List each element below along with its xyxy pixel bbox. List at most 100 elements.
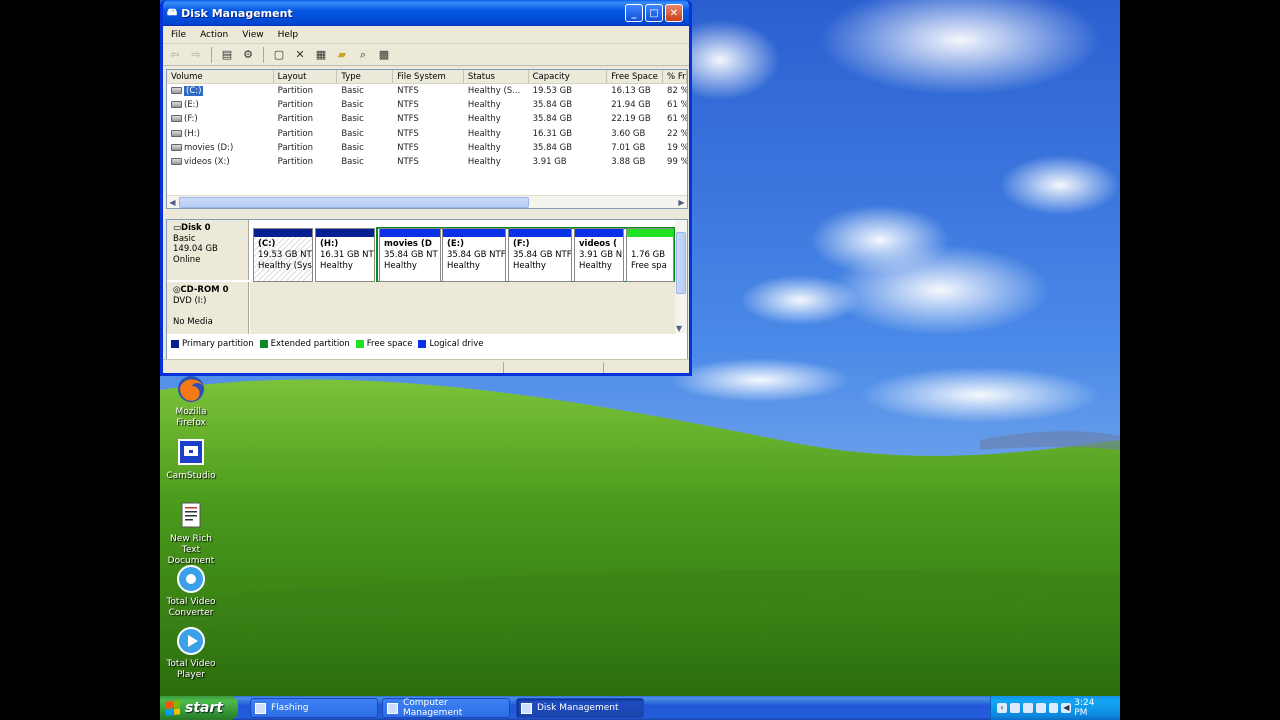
taskbar-item-computer-management[interactable]: Computer Management [382,698,510,718]
partition-movies-d[interactable]: movies (D 35.84 GB NT Healthy [379,228,441,282]
partition-color-strip [380,229,440,237]
desktop-icon-firefox[interactable]: Mozilla Firefox [160,374,222,429]
partition-videos-x[interactable]: videos (3.91 GB N Healthy [574,228,624,282]
window-client: File Action View Help ⇦ ⇨ ▤ ⚙ ▢ ✕ ▦ ▰ ⌕ … [163,26,689,373]
disk-management-window: 🖴 Disk Management _ □ ✕ File Action View… [160,0,692,376]
desktop-icon-total-video-converter[interactable]: Total Video Converter [160,564,222,619]
cell-percent-free: 99 % [667,157,687,168]
column-header-status[interactable]: Status [464,70,529,83]
column-header-layout[interactable]: Layout [274,70,338,83]
menu-action[interactable]: Action [194,28,236,42]
partition-c[interactable]: (C:) 19.53 GB NT Healthy (Sys [253,228,313,282]
disk-name: Disk 0 [181,223,211,233]
taskbar-item-flashing[interactable]: Flashing [250,698,378,718]
taskbar-item-disk-management[interactable]: Disk Management [516,698,644,718]
tray-app-icon[interactable] [1009,703,1020,713]
rescan-icon[interactable]: ▩ [376,47,392,63]
cell-status: Healthy [467,100,501,111]
cell-volume: (E:) [184,100,199,111]
column-header-type[interactable]: Type [337,70,394,83]
cell-file-system: NTFS [397,142,419,153]
partition-size: 35.84 GB NTF [513,250,571,260]
camstudio-icon [176,438,206,468]
close-button[interactable]: ✕ [665,4,683,22]
cell-layout: Partition [277,128,314,139]
cell-percent-free: 19 % [667,142,687,153]
back-icon[interactable]: ⇦ [167,47,183,63]
cell-free-space: 7.01 GB [611,142,646,153]
desktop-icon-camstudio[interactable]: CamStudio [160,438,222,482]
start-button[interactable]: start [160,696,238,720]
disk-management-icon: 🖴 [167,6,178,18]
menu-view[interactable]: View [236,28,271,42]
video-player-icon [176,626,206,656]
cell-volume: movies (D:) [184,142,234,153]
search-icon[interactable]: ⌕ [355,47,371,63]
minimize-button[interactable]: _ [625,4,643,22]
tray-security-icon[interactable] [1048,703,1059,713]
horizontal-scrollbar[interactable]: ◀ ▶ [167,195,687,208]
disk-0-label[interactable]: ▭Disk 0 Basic 149.04 GB Online [167,220,249,280]
table-row[interactable]: (C:) Partition Basic NTFS Healthy (S... … [167,84,687,98]
column-header-file-system[interactable]: File System [393,70,464,83]
tray-device-icon[interactable] [1035,703,1046,713]
column-header-percent-free[interactable]: % Fr [663,70,687,83]
forward-icon[interactable]: ⇨ [188,47,204,63]
legend-free: Free space [355,339,412,349]
cell-type: Basic [341,142,364,153]
tray-volume-icon[interactable]: ◀ [1061,703,1072,713]
desktop-icon-label: Total Video Converter [166,597,216,618]
partition-free-space[interactable]: 1.76 GB Free spa [626,228,674,282]
properties-sheet-icon[interactable]: ▦ [313,47,329,63]
partition-status: Healthy [513,261,546,271]
tray-arrow-icon[interactable]: ‹ [997,703,1007,713]
menu-file[interactable]: File [165,28,194,42]
window-titlebar[interactable]: 🖴 Disk Management _ □ ✕ [163,0,689,26]
properties-icon[interactable]: ⚙ [240,47,256,63]
table-row[interactable]: (H:) Partition Basic NTFS Healthy 16.31 … [167,127,687,141]
table-row[interactable]: (E:) Partition Basic NTFS Healthy 35.84 … [167,98,687,112]
cell-file-system: NTFS [397,114,419,125]
tray-network-icon[interactable] [1022,703,1033,713]
desktop-icon-rich-text[interactable]: New Rich Text Document [160,501,222,567]
menu-help[interactable]: Help [272,28,307,42]
cdrom-0-label[interactable]: ◎CD-ROM 0 DVD (I:) No Media [167,282,249,334]
console-tree-icon[interactable]: ▤ [219,47,235,63]
maximize-button[interactable]: □ [645,4,663,22]
cell-percent-free: 82 % [667,86,687,97]
scroll-left-icon[interactable]: ◀ [167,197,178,208]
cell-volume: (F:) [184,114,198,125]
taskbar: start Flashing Computer Management Disk … [160,696,1120,720]
hard-disk-icon: ▭ [173,223,182,233]
table-row[interactable]: videos (X:) Partition Basic NTFS Healthy… [167,155,687,169]
scroll-right-icon[interactable]: ▶ [676,197,687,208]
column-header-free-space[interactable]: Free Space [607,70,664,83]
column-header-volume[interactable]: Volume [167,70,274,83]
scroll-down-icon[interactable]: ▼ [676,324,682,333]
open-folder-icon[interactable]: ▰ [334,47,350,63]
app-icon [255,702,266,714]
table-row[interactable]: (F:) Partition Basic NTFS Healthy 35.84 … [167,112,687,126]
new-icon[interactable]: ▢ [271,47,287,63]
column-header-capacity[interactable]: Capacity [529,70,608,83]
cell-capacity: 35.84 GB [532,142,573,153]
cdrom-name: CD-ROM 0 [180,285,229,295]
cell-file-system: NTFS [397,100,419,111]
cell-file-system: NTFS [397,128,419,139]
disk-size: 149.04 GB [173,244,218,254]
cell-status: Healthy (S... [467,86,521,97]
desktop-icon-total-video-player[interactable]: Total Video Player [160,626,222,681]
minimize-icon: _ [631,7,637,19]
scrollbar-thumb[interactable] [676,232,686,294]
vertical-scrollbar[interactable]: ▼ [675,220,687,333]
scrollbar-thumb[interactable] [179,197,529,208]
partition-h[interactable]: (H:) 16.31 GB NT Healthy [315,228,375,282]
partition-e[interactable]: (E:) 35.84 GB NTF Healthy [442,228,506,282]
partition-status: Healthy [384,261,417,271]
partition-f[interactable]: (F:) 35.84 GB NTF Healthy [508,228,572,282]
firefox-icon [176,374,206,404]
table-row[interactable]: movies (D:) Partition Basic NTFS Healthy… [167,141,687,155]
delete-icon[interactable]: ✕ [292,47,308,63]
clock[interactable]: 3:24 PM [1074,698,1110,718]
app-icon [521,702,532,714]
